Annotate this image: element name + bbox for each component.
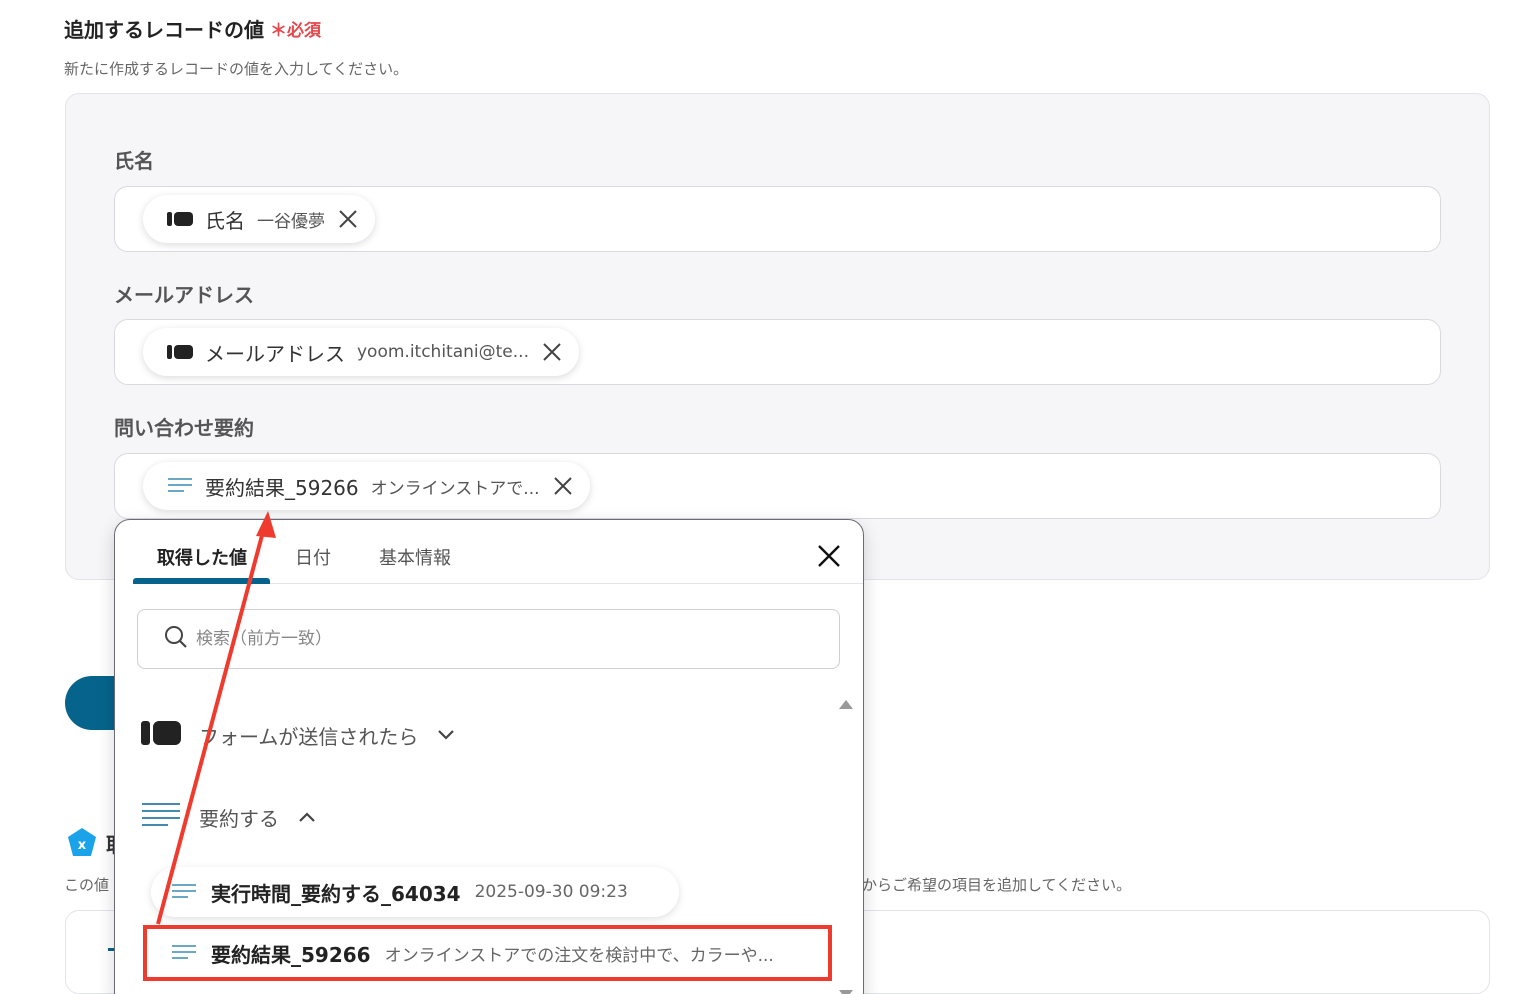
annotation-highlight-box <box>143 925 832 981</box>
group-label: フォームが送信されたら <box>199 724 419 749</box>
group-label: 要約する <box>199 806 279 831</box>
active-tab-indicator <box>133 578 270 584</box>
list-item-exec-time[interactable]: 実行時間_要約する_64034 2025-09-30 09:23 <box>151 867 679 917</box>
tab-date[interactable]: 日付 <box>295 544 331 570</box>
summary-field[interactable]: 要約結果_59266 オンラインストアで... <box>114 453 1441 519</box>
chip-value: オンラインストアで... <box>370 478 540 499</box>
group-summarize[interactable]: 要約する <box>141 802 317 832</box>
value-picker-dropdown: 取得した値 日付 基本情報 フォームが送信されたら 要約する <box>114 519 864 994</box>
yoom-form-icon <box>167 344 193 360</box>
tab-fetched-values[interactable]: 取得した値 <box>157 544 247 570</box>
section-description-partial-right: からご希望の項目を追加してください。 <box>862 876 1132 894</box>
value-chip-summary[interactable]: 要約結果_59266 オンラインストアで... <box>143 462 590 510</box>
chevron-down-icon <box>436 728 456 742</box>
name-field[interactable]: 氏名 一谷優夢 <box>114 186 1441 252</box>
search-icon <box>164 625 188 653</box>
yoom-form-icon <box>167 211 193 227</box>
tab-basic-info[interactable]: 基本情報 <box>379 544 451 570</box>
group-form-submitted[interactable]: フォームが送信されたら <box>141 720 456 750</box>
required-label: 必須 <box>287 21 321 41</box>
text-lines-icon <box>171 883 197 901</box>
field-label-name: 氏名 <box>114 149 154 173</box>
email-field[interactable]: メールアドレス yoom.itchitani@te... <box>114 319 1441 385</box>
app-gem-icon: x <box>66 827 98 859</box>
close-icon[interactable] <box>817 544 841 568</box>
chevron-up-icon <box>297 810 317 824</box>
text-lines-icon <box>167 477 193 495</box>
field-label-summary: 問い合わせ要約 <box>114 416 254 440</box>
field-label-email: メールアドレス <box>114 283 254 307</box>
search-box <box>137 609 840 669</box>
value-chip-name[interactable]: 氏名 一谷優夢 <box>143 195 375 243</box>
section-title-text: 追加するレコードの値 <box>64 18 264 42</box>
text-lines-icon <box>141 802 181 832</box>
svg-text:x: x <box>78 838 87 853</box>
tab-bar: 取得した値 日付 基本情報 <box>133 520 863 584</box>
section-description: 新たに作成するレコードの値を入力してください。 <box>64 60 409 78</box>
search-input[interactable] <box>196 629 796 649</box>
close-icon[interactable] <box>552 475 574 497</box>
value-chip-email[interactable]: メールアドレス yoom.itchitani@te... <box>143 328 579 376</box>
close-icon[interactable] <box>541 341 563 363</box>
close-icon[interactable] <box>337 208 359 230</box>
chip-value: 一谷優夢 <box>257 211 325 232</box>
yoom-form-icon <box>141 720 181 750</box>
item-value: 2025-09-30 09:23 <box>474 882 628 902</box>
scroll-down-arrow[interactable] <box>839 990 853 994</box>
section-title: 追加するレコードの値 ＊必須 <box>64 14 321 43</box>
chip-title: 要約結果_59266 <box>205 475 359 500</box>
chip-title: 氏名 <box>205 208 245 233</box>
chip-title: メールアドレス <box>205 341 345 366</box>
chip-value: yoom.itchitani@te... <box>357 342 529 362</box>
section-description-partial-left: この値 <box>64 876 110 894</box>
item-title: 実行時間_要約する_64034 <box>211 881 461 906</box>
scroll-up-arrow[interactable] <box>839 700 853 709</box>
required-badge: ＊必須 <box>270 21 321 41</box>
